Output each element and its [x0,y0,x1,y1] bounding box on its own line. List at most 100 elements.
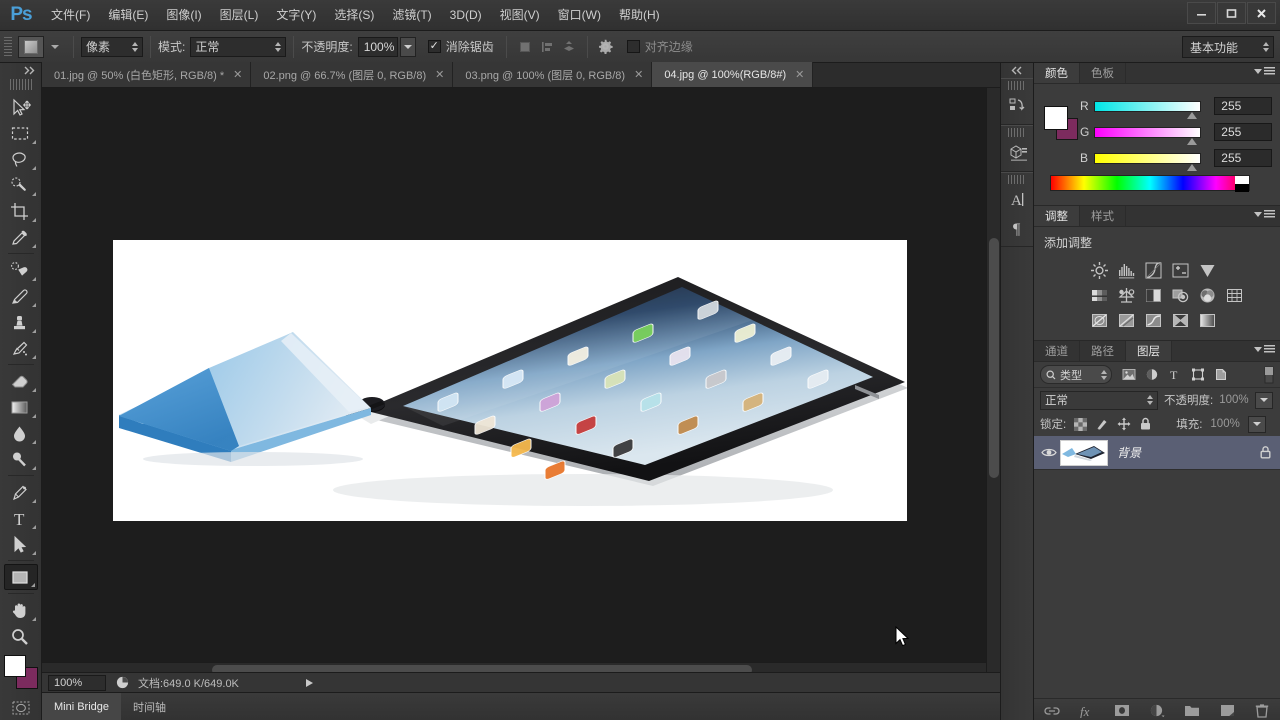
hue-saturation-icon[interactable] [1088,285,1111,305]
link-layers-icon[interactable] [1044,703,1060,719]
rail-grip-2[interactable] [1008,128,1026,137]
document-tab-close-icon[interactable]: ✕ [795,68,804,81]
menu-help[interactable]: 帮助(H) [610,0,669,31]
filter-adjustment-icon[interactable] [1145,368,1159,381]
layer-opacity-dropdown-icon[interactable] [1254,391,1273,409]
menu-select[interactable]: 选择(S) [325,0,383,31]
new-group-icon[interactable] [1184,703,1200,719]
panel-tab[interactable]: 调整 [1034,206,1080,226]
horizontal-type-tool[interactable]: T [4,505,38,531]
document-tab-close-icon[interactable]: ✕ [435,68,444,81]
new-layer-icon[interactable] [1219,703,1235,719]
zoom-level-input[interactable]: 100% [48,674,106,691]
bottom-dock-tab[interactable]: 时间轴 [121,693,178,720]
color-channel-value[interactable]: 255 [1214,123,1272,141]
adjustments-panel-menu-button[interactable] [1254,210,1275,219]
menu-edit[interactable]: 编辑(E) [99,0,157,31]
lock-position-icon[interactable] [1117,417,1131,431]
tool-preset-picker[interactable] [18,35,44,58]
color-channel-value[interactable]: 255 [1214,149,1272,167]
paragraph-icon[interactable]: ¶ [1001,214,1035,242]
layer-opacity-value[interactable]: 100% [1219,394,1248,406]
menu-image[interactable]: 图像(I) [157,0,210,31]
path-selection-tool[interactable] [4,531,38,557]
panel-tab[interactable]: 色板 [1080,63,1126,83]
character-icon[interactable]: A [1001,186,1035,214]
color-panel-menu-button[interactable] [1254,67,1275,76]
color-spectrum-ramp[interactable] [1050,175,1250,192]
lock-transparent-pixels-icon[interactable] [1074,417,1088,431]
selective-color-icon[interactable] [1169,310,1192,330]
path-operations-icon[interactable] [514,36,536,58]
spot-healing-brush-tool[interactable] [4,257,38,283]
blur-tool[interactable] [4,420,38,446]
vertical-scrollbar-thumb[interactable] [989,238,999,478]
color-lookup-icon[interactable] [1223,285,1246,305]
eraser-tool[interactable] [4,368,38,394]
brightness-contrast-icon[interactable] [1088,260,1111,280]
panel-tab[interactable]: 路径 [1080,341,1126,361]
move-tool[interactable] [4,94,38,120]
document-tab[interactable]: 01.jpg @ 50% (白色矩形, RGB/8) * ✕ [42,62,252,87]
menu-3d[interactable]: 3D(D) [441,0,491,31]
tools-panel-grip[interactable] [9,79,32,90]
quick-selection-tool[interactable] [4,172,38,198]
lasso-tool[interactable] [4,146,38,172]
new-adjustment-layer-icon[interactable] [1149,703,1165,719]
options-bar-grip[interactable] [4,36,12,57]
posterize-icon[interactable] [1115,310,1138,330]
history-icon[interactable] [1001,92,1035,120]
maximize-button[interactable] [1217,2,1246,24]
document-tab[interactable]: 03.png @ 100% (图层 0, RGB/8) ✕ [453,62,653,87]
color-channel-slider[interactable] [1093,152,1202,171]
rectangular-marquee-tool[interactable] [4,120,38,146]
foreground-color-swatch[interactable] [3,655,26,677]
spectrum-white-black-chip[interactable] [1235,176,1249,192]
fill-type-select[interactable]: 像素 [81,36,143,57]
color-balance-icon[interactable] [1115,285,1138,305]
color-channel-slider-knob[interactable] [1186,163,1197,171]
tool-preset-caret-icon[interactable] [51,44,59,49]
path-alignment-icon[interactable] [536,36,558,58]
layer-visibility-eye-icon[interactable] [1038,447,1060,458]
layer-name[interactable]: 背景 [1117,444,1259,461]
canvas-area[interactable] [42,88,1000,676]
layer-blend-mode-select[interactable]: 正常 [1040,390,1158,410]
color-channel-slider-knob[interactable] [1186,137,1197,145]
black-white-icon[interactable] [1142,285,1165,305]
pen-tool[interactable] [4,479,38,505]
hand-tool[interactable] [4,597,38,623]
history-brush-tool[interactable] [4,335,38,361]
antialias-checkbox[interactable] [427,40,441,53]
color-channel-slider-knob[interactable] [1186,111,1197,119]
menu-window[interactable]: 窗口(W) [549,0,610,31]
crop-tool[interactable] [4,198,38,224]
layer-fill-value[interactable]: 100% [1210,418,1239,430]
layer-filter-toggle[interactable] [1264,366,1274,384]
menu-layer[interactable]: 图层(L) [211,0,268,31]
rectangle-tool[interactable] [3,564,38,590]
levels-icon[interactable] [1115,260,1138,280]
lock-image-pixels-icon[interactable] [1095,417,1109,431]
opacity-input[interactable]: 100% [357,36,398,57]
3d-icon[interactable] [1001,139,1035,167]
color-channel-slider[interactable] [1093,126,1202,145]
menu-type[interactable]: 文字(Y) [267,0,325,31]
curves-icon[interactable] [1142,260,1165,280]
filter-type-icon[interactable]: T [1168,368,1182,381]
path-arrangement-icon[interactable] [558,36,580,58]
gradient-map-icon[interactable] [1196,310,1219,330]
close-button[interactable] [1247,2,1276,24]
document-tab-close-icon[interactable]: ✕ [634,68,643,81]
status-preview-icon[interactable] [114,675,130,691]
tools-collapse-button[interactable] [0,63,41,77]
filter-smart-object-icon[interactable] [1214,368,1228,381]
layers-panel-menu-button[interactable] [1254,345,1275,354]
add-layer-mask-icon[interactable] [1114,703,1130,719]
rail-grip-3[interactable] [1008,175,1026,184]
panel-tab[interactable]: 样式 [1080,206,1126,226]
layer-thumbnail[interactable] [1060,439,1108,466]
eyedropper-tool[interactable] [4,224,38,250]
rail-grip-1[interactable] [1008,81,1026,90]
canvas-vertical-scrollbar[interactable] [986,88,1000,676]
